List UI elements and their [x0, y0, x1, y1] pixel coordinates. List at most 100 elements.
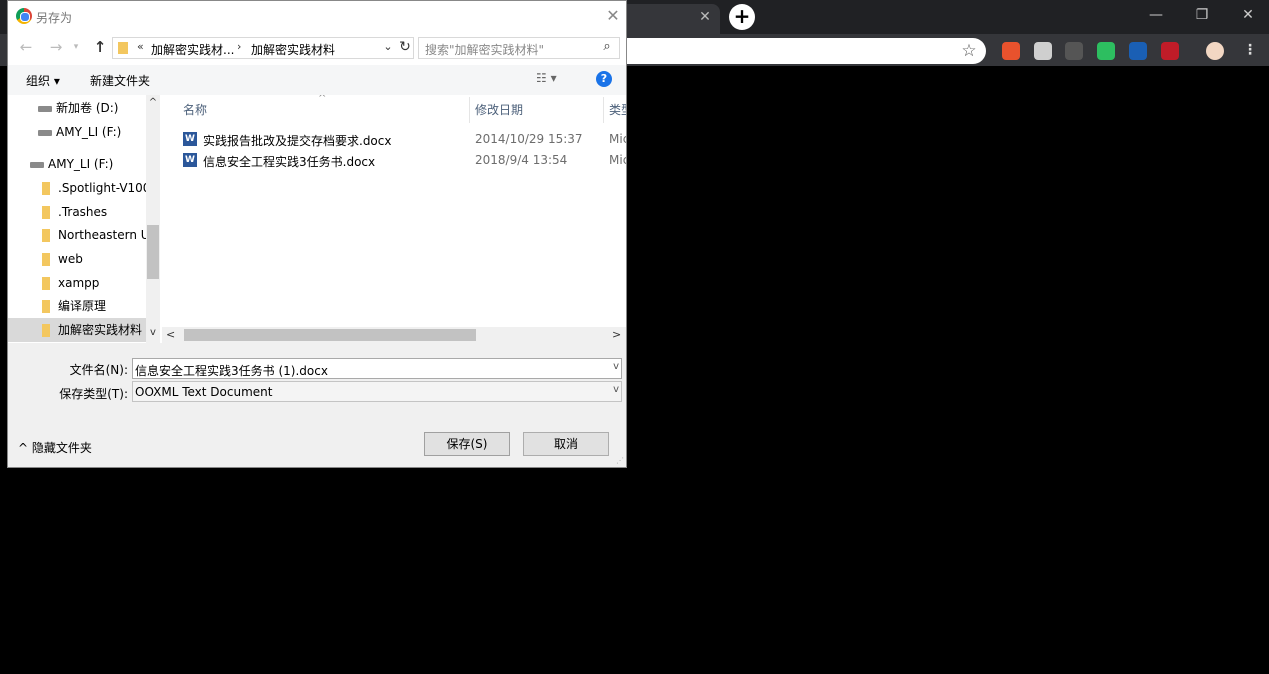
scroll-right-icon[interactable]: > — [612, 328, 621, 341]
nav-item-trashes[interactable]: .Trashes — [8, 200, 148, 224]
chevron-down-icon[interactable]: v — [613, 384, 619, 395]
file-date: 2014/10/29 15:37 — [475, 132, 583, 146]
address-dropdown-icon[interactable]: ⌄ — [381, 40, 395, 53]
refresh-icon[interactable]: ↻ — [397, 39, 413, 55]
address-bar[interactable]: « 加解密实践材... › 加解密实践材料 ⌄ ↻ — [112, 37, 414, 59]
save-button[interactable]: 保存(S) — [424, 432, 510, 456]
back-arrow-icon[interactable]: ← — [16, 37, 36, 57]
filetype-label: 保存类型(T): — [59, 387, 128, 401]
column-divider[interactable] — [603, 97, 604, 123]
tab-close-icon[interactable]: ✕ — [697, 9, 713, 25]
nav-item-drive-f[interactable]: AMY_LI (F:) — [8, 120, 148, 144]
navigation-pane: 新加卷 (D:) AMY_LI (F:) AMY_LI (F:) .Spotli… — [8, 95, 160, 343]
filetype-value: OOXML Text Document — [135, 385, 273, 399]
breadcrumb-current[interactable]: 加解密实践材料 — [251, 41, 335, 58]
navigation-bar: ← → ▾ ↑ « 加解密实践材... › 加解密实践材料 ⌄ ↻ 搜索"加解密… — [8, 33, 626, 63]
file-name: 信息安全工程实践3任务书.docx — [203, 155, 376, 169]
view-options-button[interactable]: ☷ ▾ — [536, 71, 570, 85]
evernote-extension-icon[interactable] — [1097, 42, 1115, 60]
c-extension-icon[interactable] — [1065, 42, 1083, 60]
up-arrow-icon[interactable]: ↑ — [90, 37, 110, 57]
file-type: Mic — [609, 153, 626, 167]
breadcrumb-parent[interactable]: 加解密实践材... — [151, 41, 234, 58]
omnibox[interactable] — [620, 38, 986, 64]
column-header-type[interactable]: 类型 — [609, 101, 626, 118]
nav-item-spotlight[interactable]: .Spotlight-V100 — [8, 176, 148, 200]
dialog-title: 另存为 — [36, 11, 73, 25]
new-tab-button[interactable]: + — [729, 4, 755, 30]
nav-item-label: AMY_LI (F:) — [48, 157, 114, 171]
recent-locations-chevron-icon[interactable]: ▾ — [70, 37, 82, 57]
nav-item-label: Northeastern U — [58, 228, 148, 242]
new-folder-button[interactable]: 新建文件夹 — [90, 72, 150, 89]
avatar-icon[interactable] — [1206, 42, 1224, 60]
filename-field[interactable]: 信息安全工程实践3任务书 (1).docx v — [132, 358, 622, 379]
shield-extension-icon[interactable] — [1034, 42, 1052, 60]
red-extension-icon[interactable] — [1161, 42, 1179, 60]
folder-icon — [42, 324, 50, 337]
maximize-button[interactable]: ❐ — [1179, 0, 1225, 30]
save-form-pane: 文件名(N): 信息安全工程实践3任务书 (1).docx v 保存类型(T):… — [8, 343, 626, 467]
folder-icon — [42, 277, 50, 290]
resize-grip-icon[interactable]: ⋰ — [616, 457, 624, 465]
blue-extension-icon[interactable] — [1129, 42, 1147, 60]
nav-item-label: .Spotlight-V100 — [58, 181, 148, 195]
nav-item-web[interactable]: web — [8, 247, 148, 271]
folder-icon — [42, 253, 50, 266]
file-list: ^ 名称 修改日期 类型 W 实践报告批改及提交存档要求.docx 2014/1… — [162, 95, 626, 343]
nav-item-drive-d[interactable]: 新加卷 (D:) — [8, 96, 148, 120]
file-name: 实践报告批改及提交存档要求.docx — [203, 134, 392, 148]
folder-icon — [118, 42, 128, 54]
dialog-close-button[interactable]: ✕ — [602, 5, 624, 27]
filename-value: 信息安全工程实践3任务书 (1).docx — [135, 364, 328, 378]
scroll-up-icon[interactable]: ^ — [146, 97, 160, 108]
word-document-icon: W — [183, 153, 197, 167]
nav-item-label: 加解密实践材料 — [58, 323, 143, 337]
bookmark-star-icon[interactable]: ☆ — [958, 40, 980, 62]
column-header-name[interactable]: 名称 — [183, 101, 207, 118]
search-icon[interactable]: ⌕ — [599, 39, 615, 54]
minimize-button[interactable]: — — [1133, 0, 1179, 30]
scroll-down-icon[interactable]: v — [146, 327, 160, 338]
forward-arrow-icon[interactable]: → — [46, 37, 66, 57]
column-divider[interactable] — [469, 97, 470, 123]
drive-icon — [38, 129, 52, 136]
nav-item-label: AMY_LI (F:) — [56, 125, 122, 139]
filetype-select[interactable]: OOXML Text Document v — [132, 381, 622, 402]
nav-item-drive-f-expanded[interactable]: AMY_LI (F:) — [8, 152, 148, 176]
word-document-icon: W — [183, 132, 197, 146]
nav-item-xampp[interactable]: xampp — [8, 271, 148, 295]
breadcrumb-overflow[interactable]: « — [137, 40, 144, 53]
nav-pane-scrollbar[interactable]: ^ v — [146, 95, 160, 343]
cancel-button[interactable]: 取消 — [523, 432, 609, 456]
search-input[interactable]: 搜索"加解密实践材料" ⌕ — [418, 37, 620, 59]
window-close-button[interactable]: ✕ — [1225, 0, 1269, 30]
column-header-date[interactable]: 修改日期 — [475, 101, 523, 118]
command-bar: 组织 ▾ 新建文件夹 ☷ ▾ ? — [8, 65, 626, 95]
scrollbar-thumb[interactable] — [147, 225, 159, 279]
breadcrumb-chevron-icon[interactable]: › — [237, 40, 241, 53]
help-icon[interactable]: ? — [596, 71, 612, 87]
organize-menu-button[interactable]: 组织 ▾ — [26, 72, 60, 89]
file-row[interactable]: W 实践报告批改及提交存档要求.docx 2014/10/29 15:37 Mi… — [162, 129, 626, 149]
folder-icon — [42, 206, 50, 219]
nav-item-compiler[interactable]: 编译原理 — [8, 294, 148, 318]
nav-item-crypto-materials[interactable]: 加解密实践材料 — [8, 318, 148, 342]
nav-item-label: 新加卷 (D:) — [56, 101, 119, 115]
scrollbar-thumb[interactable] — [184, 329, 476, 341]
file-row[interactable]: W 信息安全工程实践3任务书.docx 2018/9/4 13:54 Mic — [162, 150, 626, 170]
folder-icon — [42, 229, 50, 242]
nav-item-label: web — [58, 252, 83, 266]
scroll-left-icon[interactable]: < — [166, 328, 175, 341]
save-as-dialog: 另存为 ✕ ← → ▾ ↑ « 加解密实践材... › 加解密实践材料 ⌄ ↻ … — [7, 0, 627, 468]
infinity-extension-icon[interactable] — [1002, 42, 1020, 60]
hide-folders-toggle[interactable]: ^ 隐藏文件夹 — [18, 439, 92, 456]
folder-icon — [42, 182, 50, 195]
horizontal-scrollbar[interactable]: < > — [162, 327, 626, 343]
chevron-down-icon[interactable]: v — [613, 361, 619, 372]
file-date: 2018/9/4 13:54 — [475, 153, 568, 167]
filename-label: 文件名(N): — [69, 363, 128, 377]
nav-item-northeastern[interactable]: Northeastern U — [8, 223, 148, 247]
folder-icon — [42, 300, 50, 313]
menu-kebab-icon[interactable]: ⋮ — [1243, 42, 1257, 58]
